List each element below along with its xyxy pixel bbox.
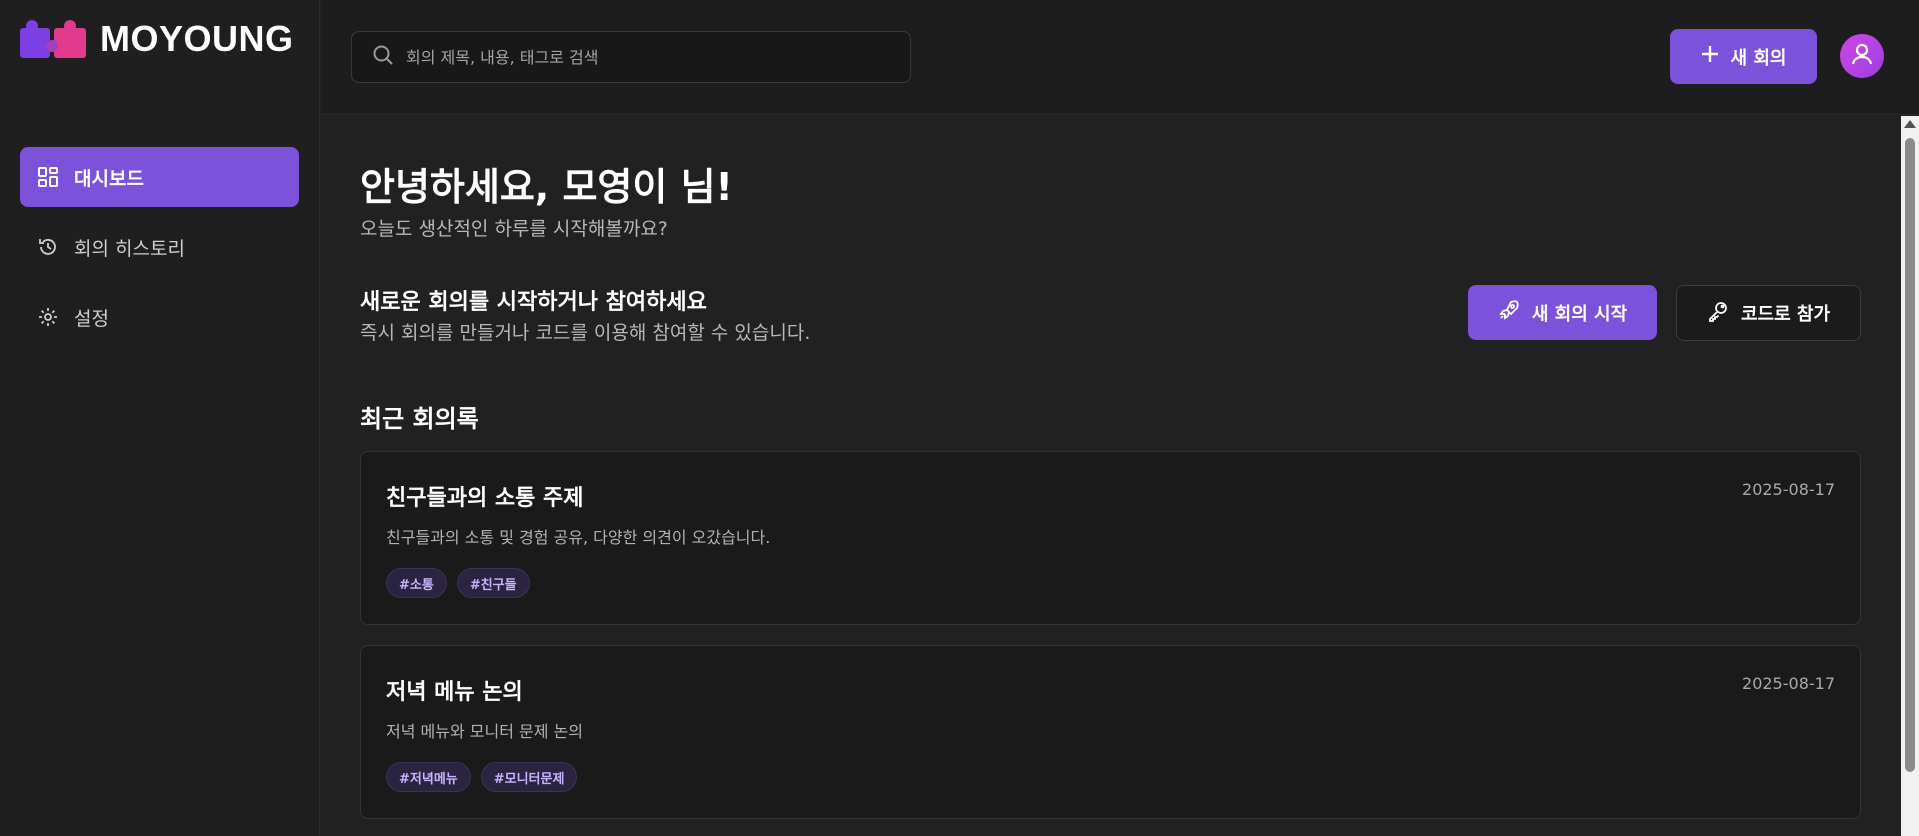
scroll-thumb[interactable] xyxy=(1905,138,1915,772)
new-meeting-label: 새 회의 xyxy=(1730,47,1787,69)
search-icon xyxy=(372,44,394,70)
sidebar-nav: 대시보드 회의 히스토리 설정 xyxy=(20,147,299,357)
page-title: 안녕하세요, 모영이 님! xyxy=(360,165,733,209)
start-section-subtitle: 즉시 회의를 만들거나 코드를 이용해 참여할 수 있습니다. xyxy=(360,322,811,344)
rocket-icon xyxy=(1498,299,1520,326)
dashboard-icon xyxy=(36,165,60,189)
user-icon xyxy=(1849,41,1875,71)
start-meeting-button[interactable]: 새 회의 시작 xyxy=(1468,285,1657,340)
meeting-description: 친구들과의 소통 및 경험 공유, 다양한 의견이 오갔습니다. xyxy=(386,528,771,547)
vertical-scrollbar[interactable] xyxy=(1901,116,1919,836)
meeting-tags: #소통 #친구들 xyxy=(386,568,530,598)
history-icon xyxy=(36,235,60,259)
sidebar-item-history[interactable]: 회의 히스토리 xyxy=(20,217,299,277)
scroll-up-arrow-icon[interactable] xyxy=(1904,120,1916,128)
gear-icon xyxy=(36,305,60,329)
meeting-card[interactable]: 저녁 메뉴 논의 2025-08-17 저녁 메뉴와 모니터 문제 논의 #저녁… xyxy=(360,645,1861,819)
meeting-date: 2025-08-17 xyxy=(1742,480,1835,499)
avatar[interactable] xyxy=(1840,34,1884,78)
meeting-title: 저녁 메뉴 논의 xyxy=(386,680,523,705)
join-by-code-label: 코드로 참가 xyxy=(1740,304,1831,325)
logo[interactable]: MOYOUNG xyxy=(20,16,294,62)
main-content: 안녕하세요, 모영이 님! 오늘도 생산적인 하루를 시작해볼까요? 새로운 회… xyxy=(321,116,1901,836)
tag[interactable]: #저녁메뉴 xyxy=(386,762,471,792)
puzzle-logo-icon xyxy=(20,20,86,58)
meeting-card[interactable]: 친구들과의 소통 주제 2025-08-17 친구들과의 소통 및 경험 공유,… xyxy=(360,451,1861,625)
tag[interactable]: #모니터문제 xyxy=(480,762,578,792)
search-input[interactable] xyxy=(406,47,886,67)
meeting-tags: #저녁메뉴 #모니터문제 xyxy=(386,762,578,792)
start-section-title: 새로운 회의를 시작하거나 참여하세요 xyxy=(360,290,707,315)
sidebar-item-label: 대시보드 xyxy=(74,167,144,190)
sidebar-item-dashboard[interactable]: 대시보드 xyxy=(20,147,299,207)
app-root: MOYOUNG 대시보드 회의 히스토리 설정 회의 제목, 내용, 태그로 검… xyxy=(0,0,1919,836)
page-subtitle: 오늘도 생산적인 하루를 시작해볼까요? xyxy=(360,218,668,240)
sidebar-item-label: 설정 xyxy=(74,307,109,330)
search-box[interactable] xyxy=(351,31,911,83)
start-meeting-label: 새 회의 시작 xyxy=(1531,303,1628,325)
tag[interactable]: #친구들 xyxy=(456,568,530,598)
logo-text: MOYOUNG xyxy=(100,18,294,59)
recent-meetings-title: 최근 회의록 xyxy=(360,405,479,433)
plus-icon xyxy=(1701,45,1719,68)
sidebar: MOYOUNG 대시보드 회의 히스토리 설정 xyxy=(0,0,320,836)
key-icon xyxy=(1707,300,1729,327)
sidebar-item-label: 회의 히스토리 xyxy=(74,237,185,260)
tag[interactable]: #소통 xyxy=(386,568,447,598)
top-header: 새 회의 xyxy=(321,0,1919,115)
sidebar-item-settings[interactable]: 설정 xyxy=(20,287,299,347)
meeting-title: 친구들과의 소통 주제 xyxy=(386,486,584,511)
meeting-description: 저녁 메뉴와 모니터 문제 논의 xyxy=(386,722,583,741)
meeting-date: 2025-08-17 xyxy=(1742,674,1835,693)
new-meeting-button[interactable]: 새 회의 xyxy=(1670,29,1817,84)
join-by-code-button[interactable]: 코드로 참가 xyxy=(1676,285,1861,341)
